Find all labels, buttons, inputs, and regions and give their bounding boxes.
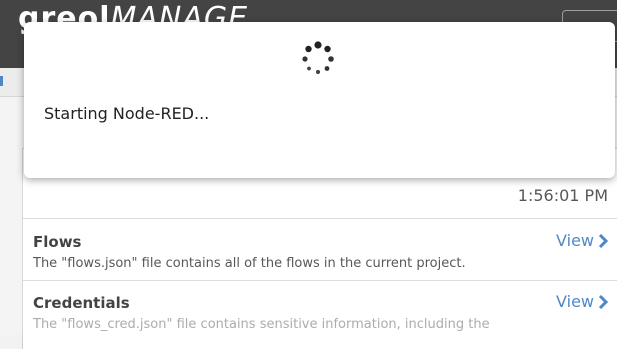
loading-spinner-icon <box>302 41 334 75</box>
status-message: Starting Node-RED... <box>44 104 210 123</box>
loading-dialog: Starting Node-RED... <box>24 22 615 178</box>
